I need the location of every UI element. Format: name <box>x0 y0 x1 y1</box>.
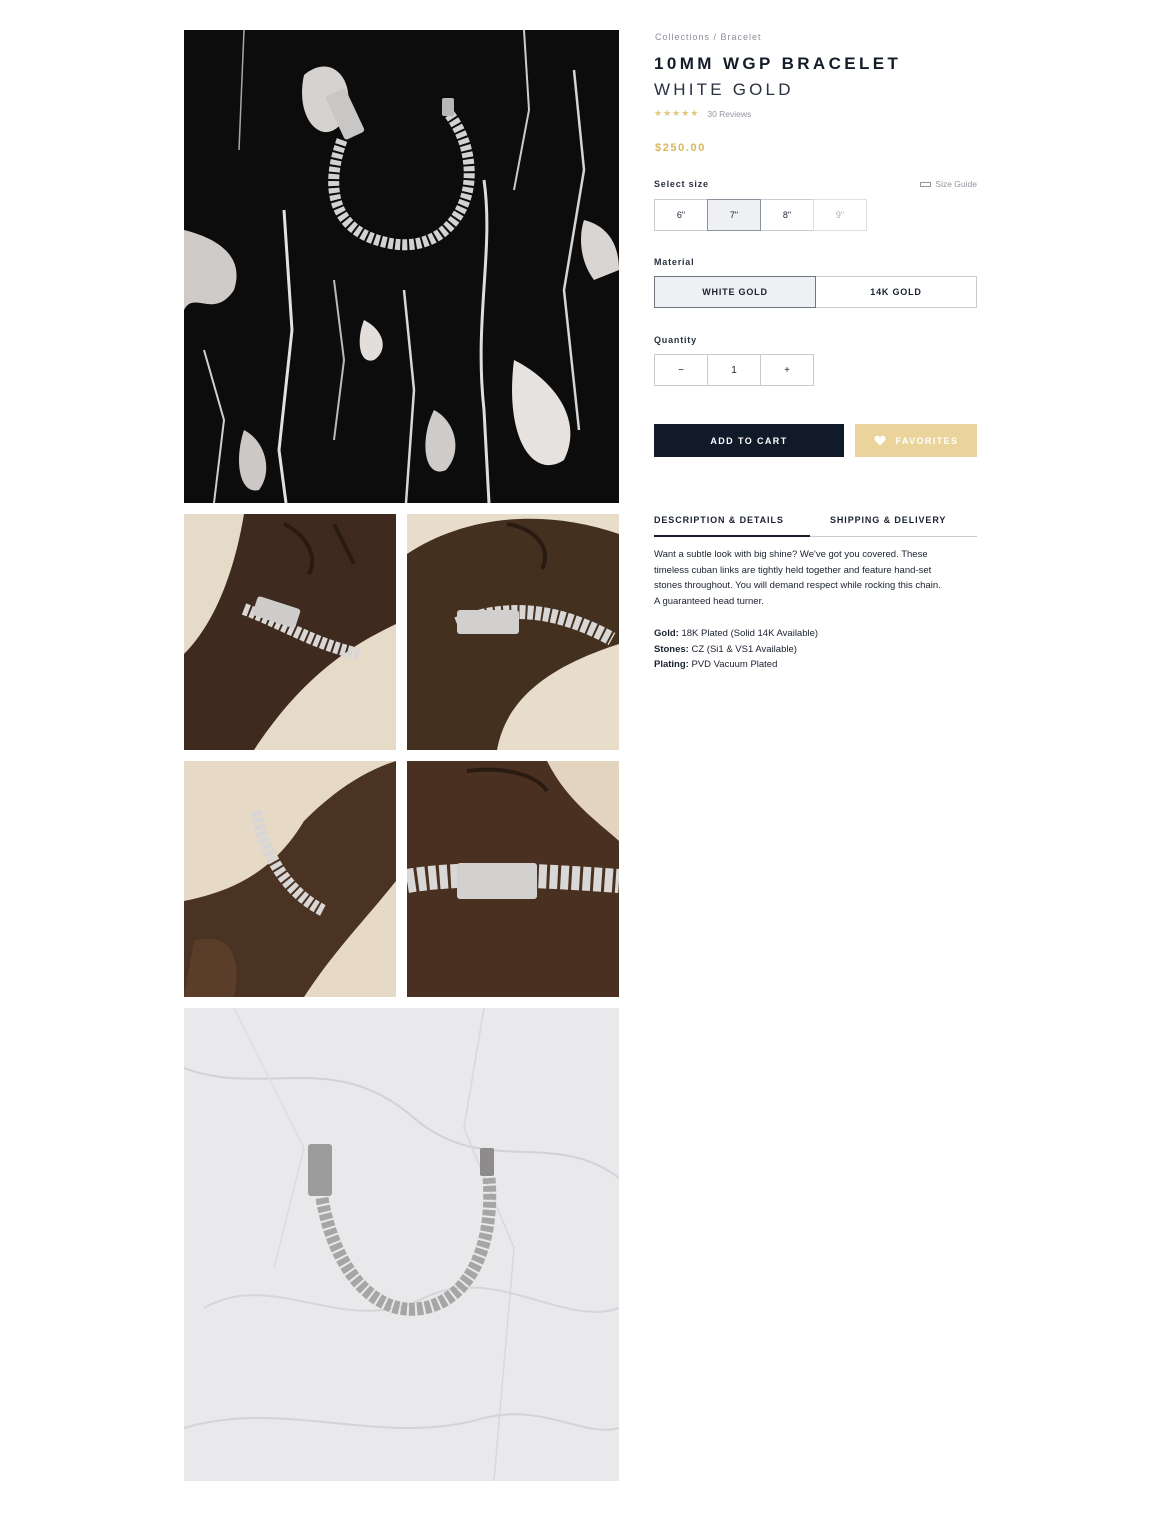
material-label: Material <box>654 257 695 267</box>
spec-key: Gold: <box>654 628 679 639</box>
description-line: A guaranteed head turner. <box>654 595 764 607</box>
size-option-7[interactable]: 7" <box>707 199 761 231</box>
spec-value: CZ (Si1 & VS1 Available) <box>688 643 797 655</box>
quantity-label: Quantity <box>654 335 697 345</box>
favorites-label: FAVORITES <box>895 435 959 446</box>
product-rating[interactable]: ★★★★★ 30 Reviews <box>654 108 751 119</box>
material-option-white-gold[interactable]: WHITE GOLD <box>654 276 816 308</box>
size-option-8[interactable]: 8" <box>760 199 814 231</box>
material-option-14k-gold[interactable]: 14K GOLD <box>815 276 977 308</box>
reviews-count[interactable]: 30 Reviews <box>707 109 751 119</box>
star-icon: ★★★★★ <box>654 108 700 118</box>
product-price: $250.00 <box>655 142 706 154</box>
size-option-9[interactable]: 9" <box>813 199 867 231</box>
product-image-wrist-1[interactable] <box>184 514 396 750</box>
product-image-wrist-2[interactable] <box>407 514 619 750</box>
favorites-button[interactable]: FAVORITES <box>855 424 977 457</box>
breadcrumb[interactable]: Collections / Bracelet <box>655 32 762 42</box>
ruler-icon <box>920 181 932 187</box>
product-tabs: DESCRIPTION & DETAILS SHIPPING & DELIVER… <box>654 514 977 537</box>
size-guide-label: Size Guide <box>935 179 977 189</box>
product-specs: Gold: 18K Plated (Solid 14K Available) S… <box>654 626 974 673</box>
quantity-input[interactable]: 1 <box>707 354 761 386</box>
quantity-stepper: − 1 + <box>654 354 814 386</box>
size-guide-link[interactable]: Size Guide <box>920 179 977 189</box>
add-to-cart-button[interactable]: ADD TO CART <box>654 424 844 457</box>
product-title: 10MM WGP BRACELET <box>654 54 902 73</box>
heart-icon <box>873 435 886 446</box>
size-selector: 6" 7" 8" 9" <box>654 199 867 231</box>
material-selector: WHITE GOLD 14K GOLD <box>654 276 977 308</box>
product-image-wrist-3[interactable] <box>184 761 396 997</box>
product-description: Want a subtle look with big shine? We've… <box>654 547 954 609</box>
spec-row-plating: Plating: PVD Vacuum Plated <box>654 657 974 673</box>
size-option-6[interactable]: 6" <box>654 199 708 231</box>
spec-row-stones: Stones: CZ (Si1 & VS1 Available) <box>654 642 974 658</box>
tab-description[interactable]: DESCRIPTION & DETAILS <box>654 514 810 537</box>
product-image-wrist-4[interactable] <box>407 761 619 997</box>
spec-row-gold: Gold: 18K Plated (Solid 14K Available) <box>654 626 974 642</box>
size-label: Select size <box>654 179 709 189</box>
description-line: Want a subtle look with big shine? We've… <box>654 549 928 560</box>
product-subtitle: WHITE GOLD <box>654 80 794 99</box>
spec-key: Plating: <box>654 659 689 670</box>
description-line: timeless cuban links are tightly held to… <box>654 564 932 576</box>
description-line: stones throughout. You will demand respe… <box>654 580 941 591</box>
spec-value: PVD Vacuum Plated <box>688 659 778 670</box>
product-image-marble[interactable] <box>184 1008 619 1481</box>
spec-value: 18K Plated (Solid 14K Available) <box>678 628 819 639</box>
quantity-decrease-button[interactable]: − <box>654 354 708 386</box>
spec-key: Stones: <box>654 643 689 655</box>
tab-shipping[interactable]: SHIPPING & DELIVERY <box>830 514 946 537</box>
quantity-increase-button[interactable]: + <box>760 354 814 386</box>
product-image-main[interactable] <box>184 30 619 503</box>
